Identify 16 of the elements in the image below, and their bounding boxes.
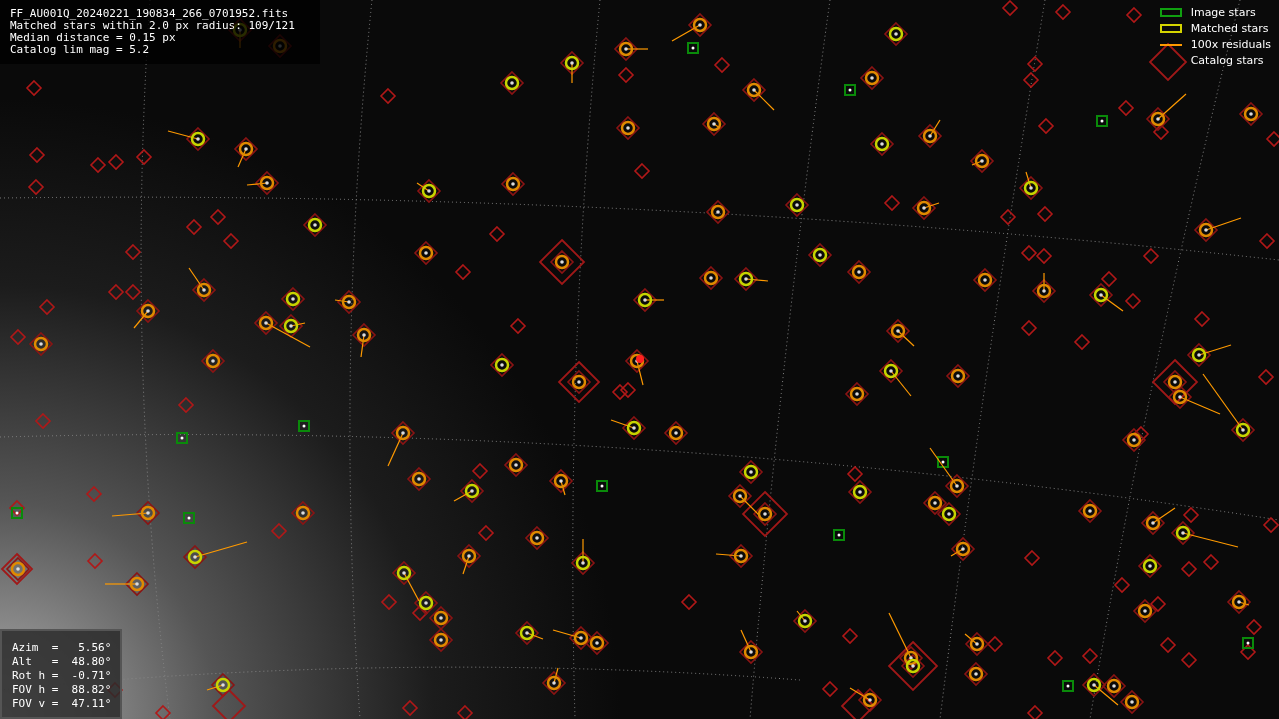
legend-label: 100x residuals: [1190, 38, 1271, 51]
info-text: FF_AU001Q_20240221_190834_266_0701952.fits: [10, 8, 290, 20]
info-text: Catalog lim mag = 5.2: [10, 44, 151, 56]
pointing-text: FOV h = 88.82°: [12, 683, 113, 697]
legend-label: Catalog stars: [1190, 54, 1264, 67]
legend-label: Image stars: [1190, 6, 1256, 19]
legend-line-icon: [1159, 43, 1182, 46]
pointing-text: FOV v = 47.11°: [12, 697, 113, 711]
legend-label: Matched stars: [1190, 22, 1269, 35]
info-text: Median distance = 0.15 px: [10, 32, 177, 44]
info-text: Matched stars within 2.0 px radius: 109/121: [10, 20, 296, 32]
legend-swatch-icon: [1159, 8, 1182, 17]
legend-swatch-icon: [1159, 24, 1182, 33]
pointing-text: Rot h = -0.71°: [12, 669, 113, 683]
pointing-text: Alt = 48.80°: [12, 655, 113, 669]
pointing-text: Azim = 5.56°: [12, 641, 113, 655]
